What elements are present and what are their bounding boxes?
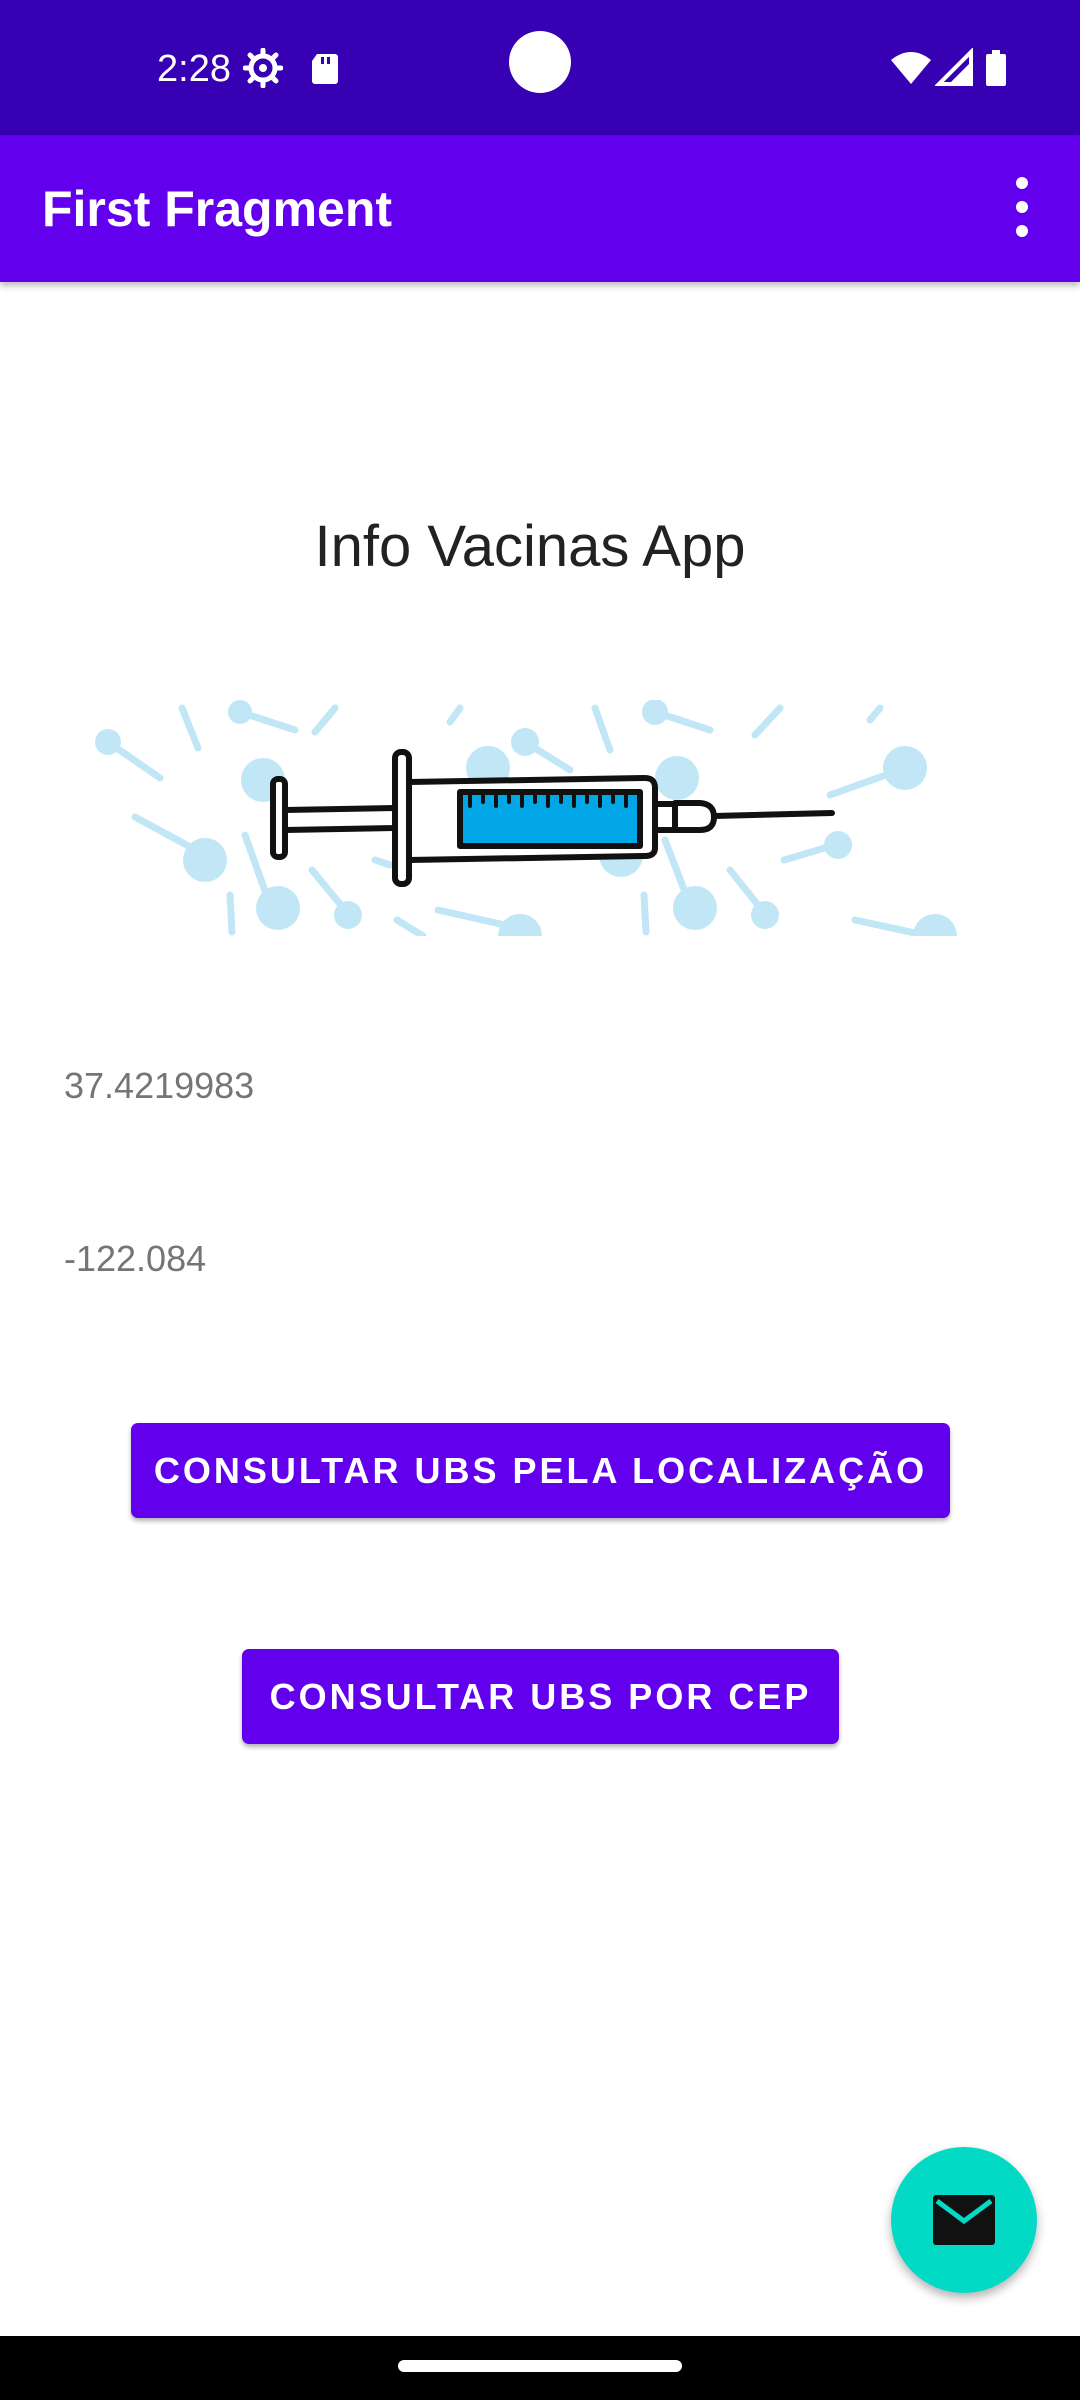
- wifi-icon: [890, 48, 932, 88]
- email-icon: [931, 2193, 997, 2247]
- consult-by-cep-button[interactable]: CONSULTAR UBS POR CEP: [242, 1649, 839, 1744]
- home-gesture-handle[interactable]: [398, 2360, 682, 2372]
- more-vert-icon[interactable]: [1000, 177, 1044, 241]
- longitude-text: -122.084: [64, 1237, 206, 1281]
- settings-icon: [243, 48, 283, 88]
- battery-icon: [984, 48, 1008, 88]
- page-title: Info Vacinas App: [0, 512, 1060, 582]
- syringe-illustration: [90, 700, 960, 936]
- sd-card-icon: [305, 48, 345, 88]
- latitude-text: 37.4219983: [64, 1064, 254, 1108]
- email-fab-button[interactable]: [891, 2147, 1037, 2293]
- navigation-bar: [0, 2336, 1080, 2400]
- status-time: 2:28: [157, 46, 231, 92]
- app-bar: First Fragment: [0, 135, 1080, 282]
- cellular-signal-icon: [935, 48, 975, 88]
- app-bar-title: First Fragment: [42, 181, 392, 237]
- screen: 2:28: [0, 0, 1080, 2400]
- status-bar: 2:28: [0, 0, 1080, 135]
- camera-cutout: [509, 31, 571, 93]
- consult-by-location-button[interactable]: CONSULTAR UBS PELA LOCALIZAÇÃO: [131, 1423, 950, 1518]
